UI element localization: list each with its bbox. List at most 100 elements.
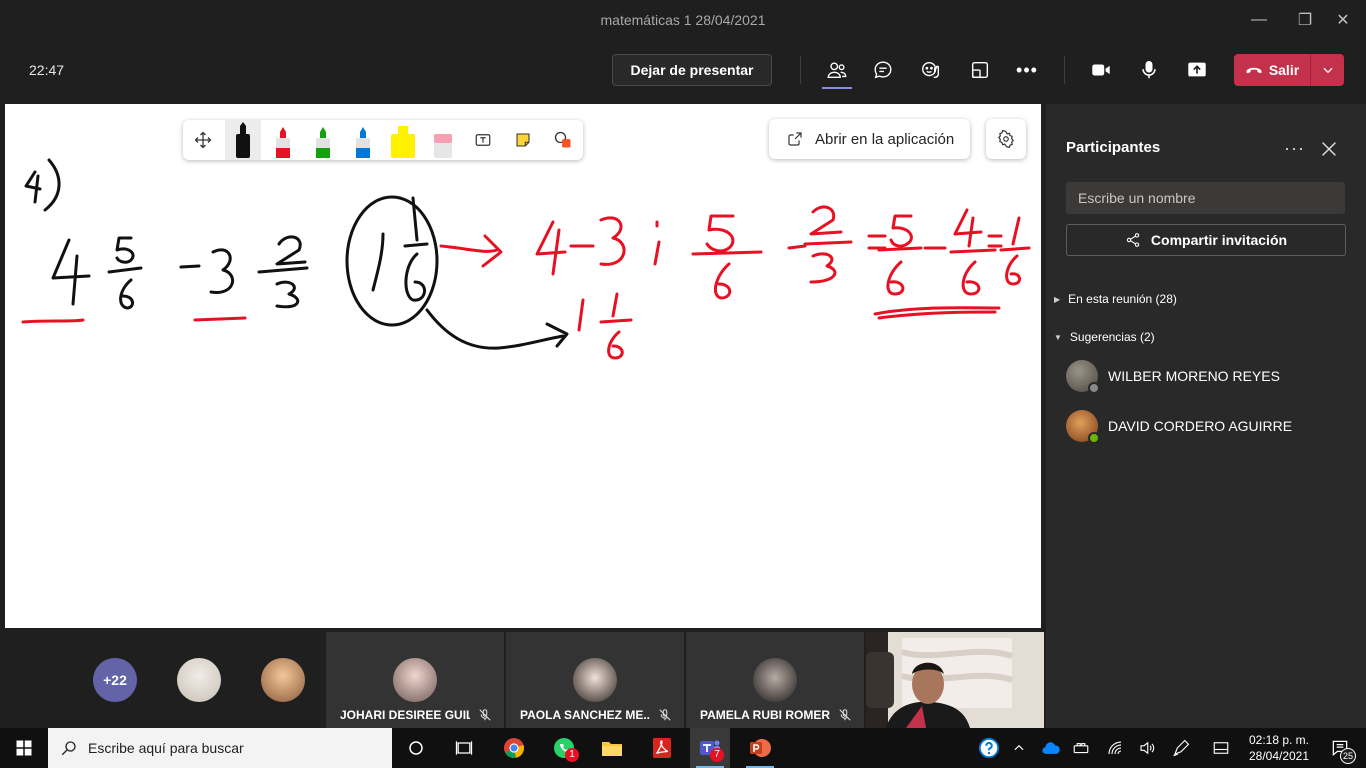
move-tool[interactable]: [185, 120, 221, 160]
highlighter-icon: [391, 126, 415, 158]
device-tray-icon[interactable]: [1068, 728, 1094, 768]
participant-name: DAVID CORDERO AGUIRRE: [1108, 418, 1293, 434]
eraser-tool[interactable]: [425, 120, 461, 160]
windows-logo-icon: [16, 740, 32, 756]
whatsapp-app[interactable]: 1: [544, 728, 584, 768]
gear-icon: [998, 130, 1014, 148]
teams-app[interactable]: 7: [690, 728, 730, 768]
taskbar-search-placeholder: Escribe aquí para buscar: [88, 740, 244, 756]
share-tray-button[interactable]: [1180, 54, 1214, 86]
whiteboard-settings-button[interactable]: [986, 119, 1026, 159]
taskbar-search-input[interactable]: Escribe aquí para buscar: [48, 728, 392, 768]
acrobat-app[interactable]: [642, 728, 682, 768]
cloud-icon: [1042, 742, 1060, 754]
microphone-button[interactable]: [1132, 54, 1166, 86]
chrome-app[interactable]: [494, 728, 534, 768]
participant-avatar[interactable]: [177, 658, 221, 702]
participant-search-input[interactable]: Escribe un nombre: [1066, 182, 1345, 214]
participant-name: WILBER MORENO REYES: [1108, 368, 1280, 384]
participant-tile[interactable]: PAOLA SANCHEZ ME...: [506, 632, 684, 728]
sticky-note-icon: [516, 133, 530, 147]
chevron-down-icon: ▼: [1054, 332, 1062, 342]
suggested-participant[interactable]: DAVID CORDERO AGUIRRE: [1066, 408, 1346, 444]
start-button[interactable]: [4, 728, 44, 768]
notification-count: 25: [1340, 748, 1356, 764]
open-in-app-button[interactable]: Abrir en la aplicación: [769, 119, 970, 159]
red-pen-tool[interactable]: [265, 120, 301, 160]
keyboard-tray-icon[interactable]: [1208, 728, 1234, 768]
chat-button[interactable]: [866, 54, 900, 86]
shapes-tool[interactable]: [545, 120, 581, 160]
close-icon[interactable]: [1318, 138, 1340, 160]
pen-tray-icon[interactable]: [1168, 728, 1194, 768]
participants-button[interactable]: [820, 54, 854, 86]
camera-button[interactable]: [1084, 54, 1118, 86]
stop-presenting-button[interactable]: Dejar de presentar: [612, 54, 772, 86]
green-pen-tool[interactable]: [305, 120, 341, 160]
ink-black: [24, 158, 569, 350]
speaker-icon: [1140, 741, 1155, 755]
file-explorer-app[interactable]: [592, 728, 632, 768]
green-pen-icon: [316, 127, 330, 158]
open-external-icon: [788, 132, 802, 146]
network-tray-icon[interactable]: [1102, 728, 1128, 768]
chevron-down-icon: [1322, 67, 1333, 74]
minimize-button[interactable]: —: [1236, 6, 1282, 34]
participant-strip: +22 JOHARI DESIREE GUIL... PAOLA SANCHEZ…: [0, 632, 1046, 728]
highlighter-tool[interactable]: [385, 120, 421, 160]
leave-button-group[interactable]: Salir: [1234, 54, 1344, 86]
avatar: [1066, 360, 1100, 394]
mic-off-icon: [479, 709, 491, 721]
mic-off-icon: [659, 709, 671, 721]
onedrive-tray-icon[interactable]: [1038, 728, 1064, 768]
reactions-button[interactable]: [914, 54, 948, 86]
black-pen-tool[interactable]: [225, 120, 261, 160]
people-icon: [827, 62, 847, 79]
title-bar: matemáticas 1 28/04/2021 — ❐ ✕: [0, 0, 1366, 40]
text-tool[interactable]: [465, 120, 501, 160]
system-clock[interactable]: 02:18 p. m. 28/04/2021: [1240, 732, 1318, 764]
status-badge: [1088, 432, 1100, 444]
close-window-button[interactable]: ✕: [1320, 6, 1366, 34]
task-view-button[interactable]: [444, 728, 484, 768]
powerpoint-app[interactable]: [740, 728, 780, 768]
sticky-note-tool[interactable]: [505, 120, 541, 160]
divider: [1064, 56, 1065, 84]
suggested-participant[interactable]: WILBER MORENO REYES: [1066, 358, 1346, 394]
leave-button[interactable]: Salir: [1234, 54, 1310, 86]
active-tab-indicator: [822, 87, 852, 89]
in-meeting-section[interactable]: ▶ En esta reunión (28): [1054, 292, 1177, 306]
notification-badge: 7: [710, 748, 724, 762]
suggestions-label: Sugerencias (2): [1069, 330, 1155, 344]
share-invite-button[interactable]: Compartir invitación: [1066, 224, 1346, 256]
panel-title: Participantes: [1066, 139, 1161, 156]
self-video-preview[interactable]: [866, 632, 1044, 728]
cortana-button[interactable]: [396, 728, 436, 768]
more-participants-button[interactable]: +22: [93, 658, 137, 702]
show-hidden-icons-button[interactable]: [1008, 728, 1030, 768]
pdf-icon: [653, 738, 671, 758]
volume-tray-icon[interactable]: [1134, 728, 1160, 768]
usb-drive-icon: [1073, 742, 1089, 754]
blue-pen-tool[interactable]: [345, 120, 381, 160]
help-tray-icon[interactable]: [976, 728, 1002, 768]
meeting-controls-bar: 22:47 Dejar de presentar ••• Salir: [0, 40, 1366, 100]
whiteboard-canvas[interactable]: Abrir en la aplicación: [5, 104, 1041, 628]
suggestions-section[interactable]: ▼ Sugerencias (2): [1054, 330, 1155, 344]
participant-avatar[interactable]: [261, 658, 305, 702]
clock-date: 28/04/2021: [1248, 749, 1310, 763]
notification-badge: 1: [565, 748, 579, 762]
participant-tile[interactable]: JOHARI DESIREE GUIL...: [326, 632, 504, 728]
rooms-button[interactable]: [963, 54, 997, 86]
panel-more-button[interactable]: ···: [1284, 138, 1305, 159]
leave-options-button[interactable]: [1311, 54, 1344, 86]
powerpoint-icon: [750, 739, 771, 757]
chat-icon: [874, 61, 892, 79]
more-actions-button[interactable]: •••: [1010, 54, 1044, 86]
notification-center-button[interactable]: 25: [1322, 728, 1358, 768]
chevron-right-icon: ▶: [1054, 294, 1061, 304]
microphone-icon: [1142, 61, 1156, 79]
participant-tile[interactable]: PAMELA RUBI ROMER...: [686, 632, 864, 728]
search-icon: [61, 741, 76, 756]
hang-up-icon: [1246, 67, 1262, 74]
